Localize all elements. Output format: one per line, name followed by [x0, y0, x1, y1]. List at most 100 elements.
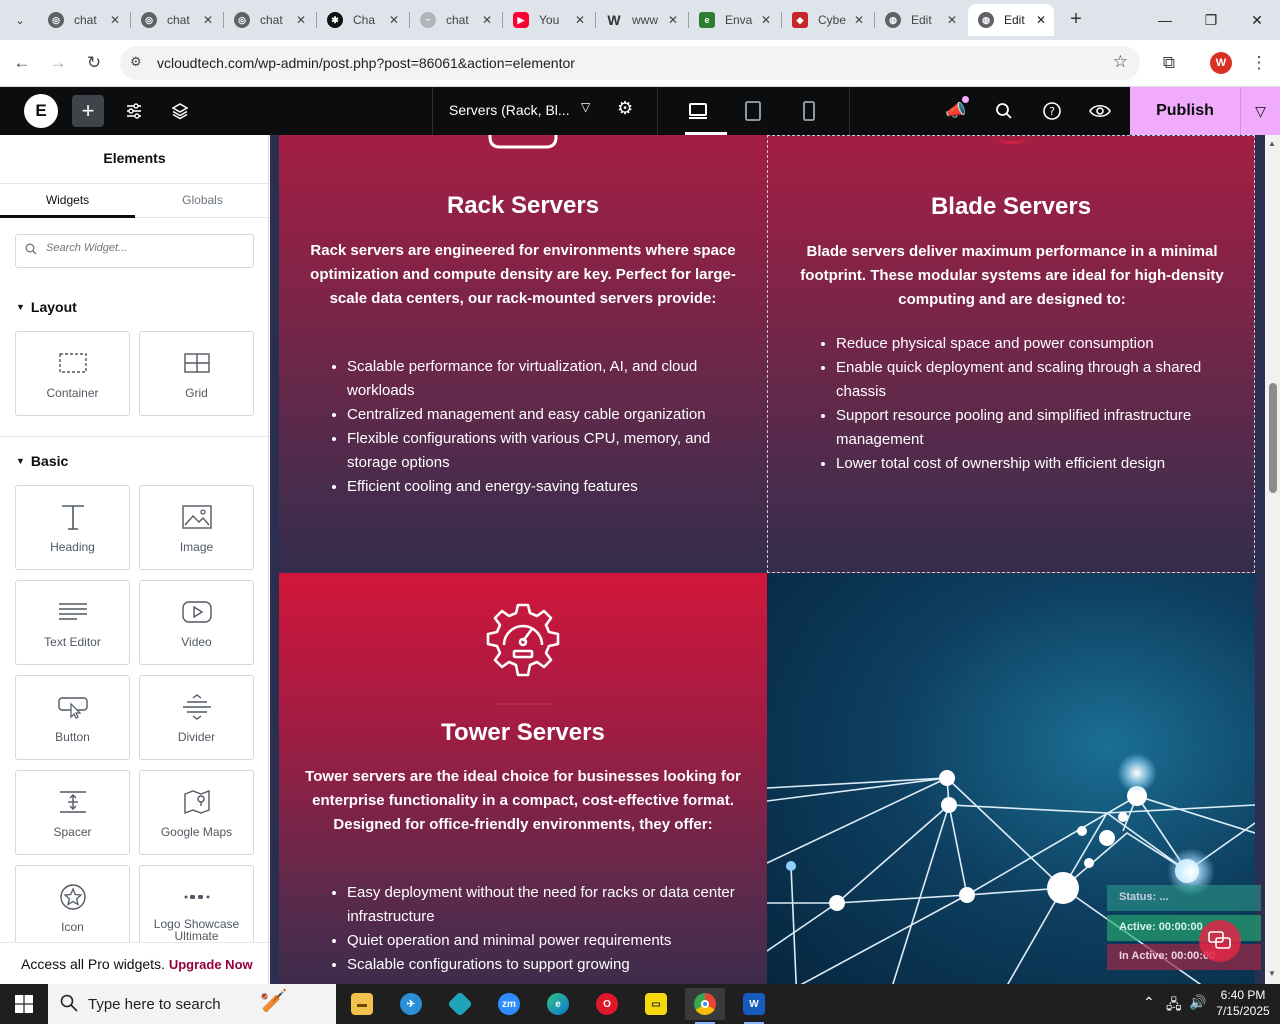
- canvas-scrollbar[interactable]: ▲ ▼: [1265, 135, 1280, 984]
- extensions-icon[interactable]: ⧉: [1156, 50, 1182, 76]
- caret-down-icon: ▼: [16, 302, 25, 312]
- widget-search[interactable]: [15, 234, 254, 268]
- address-bar[interactable]: ⚙ vcloudtech.com/wp-admin/post.php?post=…: [120, 46, 1140, 80]
- zoom-icon[interactable]: zm: [489, 988, 529, 1020]
- category-layout[interactable]: ▼ Layout: [16, 299, 77, 315]
- browser-tab[interactable]: ◆ Cybe ✕: [782, 4, 872, 36]
- site-settings-icon[interactable]: [118, 95, 150, 127]
- publish-button[interactable]: Publish: [1130, 87, 1240, 135]
- tablet-view-icon[interactable]: [741, 99, 765, 123]
- profile-avatar[interactable]: W: [1210, 52, 1232, 74]
- windows-start-button[interactable]: [0, 984, 48, 1024]
- browser-tab-active[interactable]: ◍ Edit ✕: [968, 4, 1054, 36]
- browser-tab[interactable]: ◎ chat ✕: [38, 4, 128, 36]
- pro-upgrade-banner: Access all Pro widgets. Upgrade Now: [0, 942, 268, 984]
- url-text[interactable]: vcloudtech.com/wp-admin/post.php?post=86…: [157, 55, 575, 71]
- widget-text-editor[interactable]: Text Editor: [15, 580, 130, 665]
- rack-servers-card[interactable]: Rack Servers Rack servers are engineered…: [279, 135, 767, 573]
- close-tab-icon[interactable]: ✕: [761, 13, 771, 27]
- widget-container[interactable]: Container: [15, 331, 130, 416]
- widget-heading[interactable]: Heading: [15, 485, 130, 570]
- show-hidden-icons-chevron-icon[interactable]: ⌃: [1143, 994, 1155, 1011]
- structure-layers-icon[interactable]: [164, 95, 196, 127]
- close-tab-icon[interactable]: ✕: [575, 13, 585, 27]
- taskbar-app-icon[interactable]: ✈: [391, 988, 431, 1020]
- responsive-mode-switcher: [658, 87, 850, 135]
- site-info-icon[interactable]: ⚙: [130, 54, 142, 70]
- close-tab-icon[interactable]: ✕: [947, 13, 957, 27]
- taskbar-search-box[interactable]: Type here to search 🏏: [48, 984, 336, 1024]
- browser-toolbar: ← → ↻ ⚙ vcloudtech.com/wp-admin/post.php…: [0, 40, 1280, 87]
- browser-tab[interactable]: ✱ Cha ✕: [317, 4, 407, 36]
- browser-tab[interactable]: e Enva ✕: [689, 4, 779, 36]
- tab-globals[interactable]: Globals: [135, 184, 268, 218]
- opera-icon[interactable]: O: [587, 988, 627, 1020]
- widget-logo-showcase[interactable]: Logo Showcase Ultimate: [139, 865, 254, 950]
- preview-eye-icon[interactable]: [1088, 99, 1112, 123]
- widget-spacer[interactable]: Spacer: [15, 770, 130, 855]
- reload-button[interactable]: ↻: [81, 50, 107, 76]
- star-icon: [16, 880, 129, 914]
- system-clock[interactable]: 6:40 PM 7/15/2025: [1210, 987, 1276, 1019]
- publish-options-chevron-icon[interactable]: ▽: [1240, 87, 1280, 135]
- close-tab-icon[interactable]: ✕: [482, 13, 492, 27]
- globe-icon: ◍: [885, 12, 901, 28]
- widget-divider[interactable]: Divider: [139, 675, 254, 760]
- widget-button[interactable]: Button: [15, 675, 130, 760]
- chevron-down-icon[interactable]: ▽: [581, 100, 590, 114]
- tab-search-dropdown-icon[interactable]: ⌄: [8, 8, 32, 32]
- help-icon[interactable]: ?: [1040, 99, 1064, 123]
- document-title[interactable]: Servers (Rack, Bl...: [449, 102, 570, 118]
- desktop-view-icon[interactable]: [686, 99, 710, 123]
- browser-tab[interactable]: ◍ Edit ✕: [875, 4, 965, 36]
- add-element-button[interactable]: +: [72, 95, 104, 127]
- browser-menu-icon[interactable]: ⋮: [1246, 50, 1272, 76]
- close-tab-icon[interactable]: ✕: [110, 13, 120, 27]
- word-icon[interactable]: W: [734, 988, 774, 1024]
- widget-icon[interactable]: Icon: [15, 865, 130, 950]
- widget-grid[interactable]: Grid: [139, 331, 254, 416]
- browser-tab[interactable]: W www ✕: [596, 4, 686, 36]
- taskbar-app-icon[interactable]: [440, 988, 480, 1020]
- chat-widget-icon[interactable]: [1199, 920, 1241, 962]
- tab-widgets[interactable]: Widgets: [0, 184, 135, 218]
- close-tab-icon[interactable]: ✕: [668, 13, 678, 27]
- widget-search-input[interactable]: [46, 242, 246, 254]
- minimize-button[interactable]: —: [1142, 0, 1188, 40]
- upgrade-now-link[interactable]: Upgrade Now: [169, 957, 253, 972]
- mobile-view-icon[interactable]: [797, 99, 821, 123]
- volume-icon[interactable]: 🔊: [1189, 994, 1206, 1011]
- scrollbar-thumb[interactable]: [1269, 383, 1277, 493]
- category-basic[interactable]: ▼ Basic: [16, 453, 68, 469]
- browser-tab[interactable]: ▶ You ✕: [503, 4, 593, 36]
- blade-servers-card[interactable]: Blade Servers Blade servers deliver maxi…: [767, 135, 1255, 573]
- new-tab-button[interactable]: +: [1064, 8, 1088, 32]
- network-icon[interactable]: 🖧: [1166, 994, 1182, 1018]
- elementor-logo[interactable]: E: [24, 94, 58, 128]
- forward-button[interactable]: →: [45, 50, 71, 76]
- close-tab-icon[interactable]: ✕: [389, 13, 399, 27]
- browser-tab[interactable]: ◎ chat ✕: [131, 4, 221, 36]
- close-tab-icon[interactable]: ✕: [854, 13, 864, 27]
- document-settings[interactable]: Servers (Rack, Bl... ▽ ⚙: [432, 87, 658, 135]
- widget-video[interactable]: Video: [139, 580, 254, 665]
- browser-tab[interactable]: ◎ chat ✕: [224, 4, 314, 36]
- browser-tab[interactable]: ~ chat ✕: [410, 4, 500, 36]
- back-button[interactable]: ←: [9, 50, 35, 76]
- file-explorer-icon[interactable]: ▬: [342, 988, 382, 1020]
- page-settings-gear-icon[interactable]: ⚙: [617, 98, 633, 119]
- close-tab-icon[interactable]: ✕: [1036, 13, 1046, 27]
- chrome-icon[interactable]: [685, 988, 725, 1024]
- tower-servers-card[interactable]: Tower Servers Tower servers are the idea…: [279, 573, 767, 984]
- restore-button[interactable]: ❐: [1188, 0, 1234, 40]
- widget-google-maps[interactable]: Google Maps: [139, 770, 254, 855]
- bookmark-star-icon[interactable]: ☆: [1113, 52, 1128, 72]
- gear-gauge-icon: [486, 603, 560, 677]
- sticky-notes-icon[interactable]: ▭: [636, 988, 676, 1020]
- edge-icon[interactable]: e: [538, 988, 578, 1020]
- close-tab-icon[interactable]: ✕: [296, 13, 306, 27]
- finder-search-icon[interactable]: [992, 99, 1016, 123]
- close-window-button[interactable]: ✕: [1234, 0, 1280, 40]
- widget-image[interactable]: Image: [139, 485, 254, 570]
- close-tab-icon[interactable]: ✕: [203, 13, 213, 27]
